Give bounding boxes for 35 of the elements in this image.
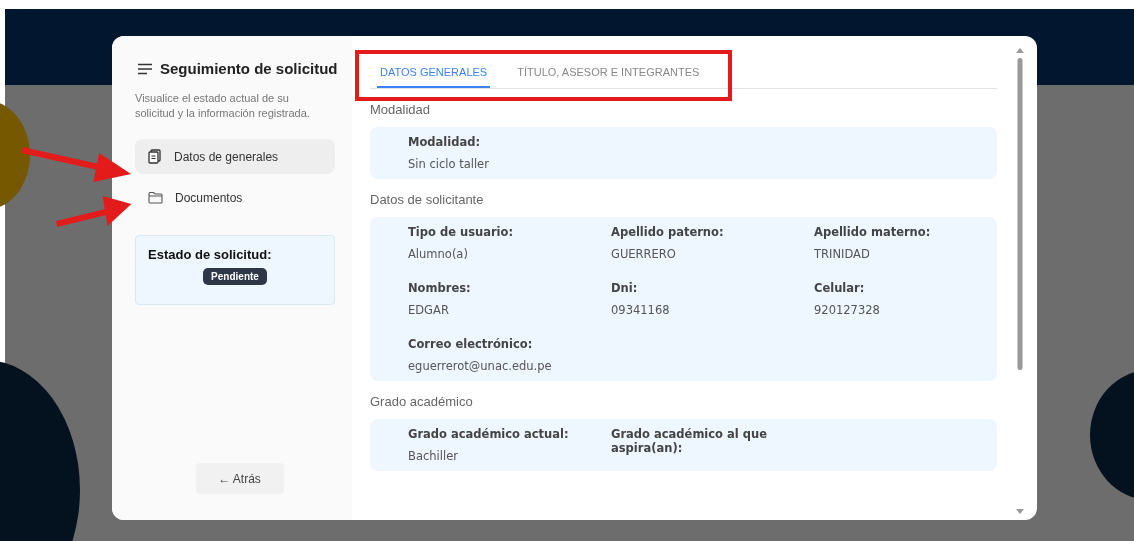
field-value: TRINIDAD (814, 247, 871, 261)
field-value: Bachiller (408, 449, 459, 463)
status-badge: Pendiente (203, 268, 267, 285)
field-label: Grado académico al que aspira(an): (611, 427, 768, 455)
field-label: Dni: (611, 281, 639, 295)
folder-icon (148, 191, 163, 204)
field-value: Sin ciclo taller (408, 157, 490, 171)
field-label: Apellido materno: (814, 225, 932, 239)
section-heading: Modalidad (370, 102, 431, 117)
field-value: 09341168 (611, 303, 671, 317)
tab[interactable]: TÍTULO, ASESOR E INTEGRANTES (514, 66, 703, 88)
field-label: Nombres: (408, 281, 472, 295)
field-label: Apellido paterno: (611, 225, 725, 239)
field-label: Tipo de usuario: (408, 225, 515, 239)
menu-icon[interactable] (137, 62, 153, 75)
status-label: Estado de solicitud: (148, 247, 273, 262)
scrollbar[interactable] (1015, 46, 1025, 516)
clipboard-icon (148, 149, 162, 164)
field-value: eguerrerot@unac.edu.pe (408, 359, 553, 373)
field-label: Celular: (814, 281, 866, 295)
sidebar-description: Visualice el estado actual de su solicitud y la información registrada. (135, 91, 311, 121)
section-heading: Grado académico (370, 394, 474, 409)
back-button[interactable]: ← Atrás (195, 463, 284, 494)
tab[interactable]: DATOS GENERALES (377, 66, 491, 88)
field-label: Grado académico actual: (408, 427, 570, 441)
field-value: EDGAR (408, 303, 450, 317)
sidebar-title: Seguimiento de solicitud (160, 60, 338, 77)
section-heading: Datos de solicitante (370, 192, 485, 207)
sidebar-item[interactable]: Datos de generales (135, 139, 335, 174)
field-label: Modalidad: (408, 135, 482, 149)
field-value: GUERRERO (611, 247, 677, 261)
field-value: Alumno(a) (408, 247, 469, 261)
field-value: 920127328 (814, 303, 881, 317)
field-label: Correo electrónico: (408, 337, 534, 351)
sidebar-item[interactable]: Documentos (135, 180, 335, 215)
